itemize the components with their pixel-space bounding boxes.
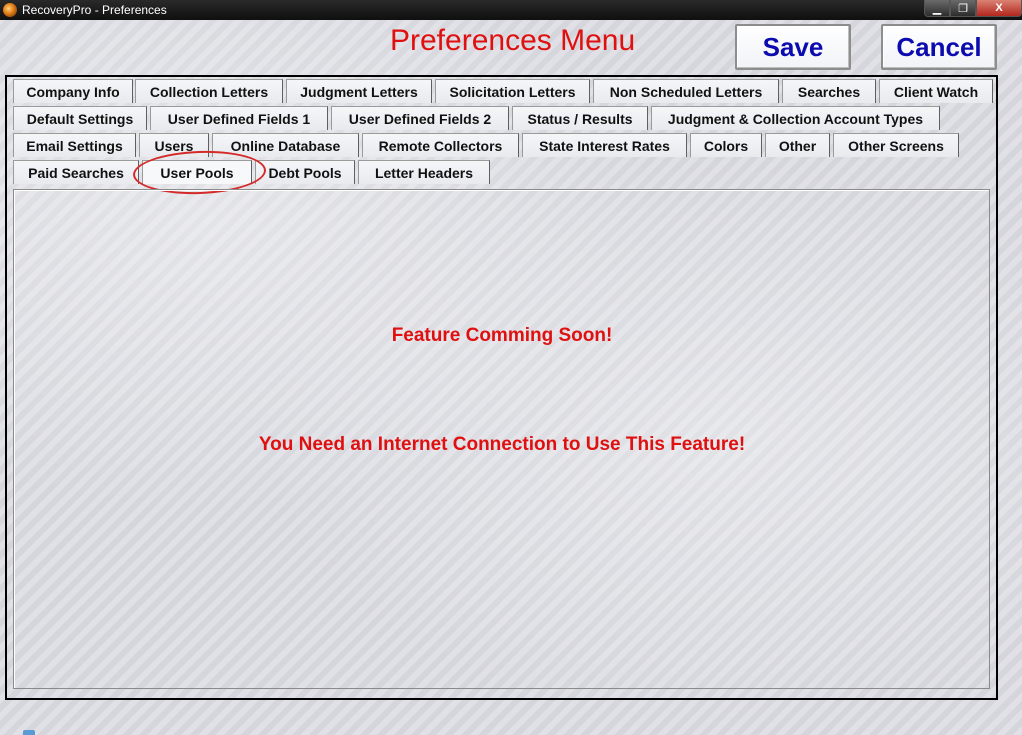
window-controls: ▁ ❐ X [924, 0, 1022, 18]
restore-icon: ❐ [958, 2, 968, 15]
page-title: Preferences Menu [390, 24, 636, 57]
tab-client-watch[interactable]: Client Watch [879, 79, 993, 103]
tab-status-results[interactable]: Status / Results [512, 106, 648, 130]
tab-user-defined-fields-2[interactable]: User Defined Fields 2 [331, 106, 509, 130]
minimize-icon: ▁ [932, 2, 942, 15]
tab-letter-headers[interactable]: Letter Headers [358, 160, 490, 184]
tab-state-interest-rates[interactable]: State Interest Rates [522, 133, 687, 157]
title-bar: RecoveryPro - Preferences ▁ ❐ X [0, 0, 1022, 20]
close-icon: X [995, 2, 1003, 14]
internet-required-message: You Need an Internet Connection to Use T… [258, 434, 746, 455]
tab-company-info[interactable]: Company Info [13, 79, 133, 103]
tab-remote-collectors[interactable]: Remote Collectors [362, 133, 519, 157]
tab-non-scheduled-letters[interactable]: Non Scheduled Letters [593, 79, 779, 103]
window-title: RecoveryPro - Preferences [22, 3, 167, 17]
tab-collection-letters[interactable]: Collection Letters [135, 79, 283, 103]
app-icon [3, 3, 17, 17]
tab-colors[interactable]: Colors [690, 133, 762, 157]
maximize-button[interactable]: ❐ [950, 0, 976, 17]
tab-user-pools[interactable]: User Pools [142, 160, 252, 184]
tab-judgment-collection-account-types[interactable]: Judgment & Collection Account Types [651, 106, 940, 130]
taskbar-icon [23, 730, 35, 735]
tab-default-settings[interactable]: Default Settings [13, 106, 147, 130]
tab-other-screens[interactable]: Other Screens [833, 133, 959, 157]
tab-users[interactable]: Users [139, 133, 209, 157]
coming-soon-message: Feature Comming Soon! [391, 325, 613, 346]
save-button[interactable]: Save [735, 24, 851, 70]
tab-user-defined-fields-1[interactable]: User Defined Fields 1 [150, 106, 328, 130]
close-button[interactable]: X [976, 0, 1022, 17]
minimize-button[interactable]: ▁ [924, 0, 950, 17]
cancel-button[interactable]: Cancel [881, 24, 997, 70]
tab-judgment-letters[interactable]: Judgment Letters [286, 79, 432, 103]
tab-paid-searches[interactable]: Paid Searches [13, 160, 139, 184]
tab-searches[interactable]: Searches [782, 79, 876, 103]
tab-other[interactable]: Other [765, 133, 830, 157]
tab-debt-pools[interactable]: Debt Pools [255, 160, 355, 184]
tab-solicitation-letters[interactable]: Solicitation Letters [435, 79, 590, 103]
tab-email-settings[interactable]: Email Settings [13, 133, 136, 157]
tab-online-database[interactable]: Online Database [212, 133, 359, 157]
